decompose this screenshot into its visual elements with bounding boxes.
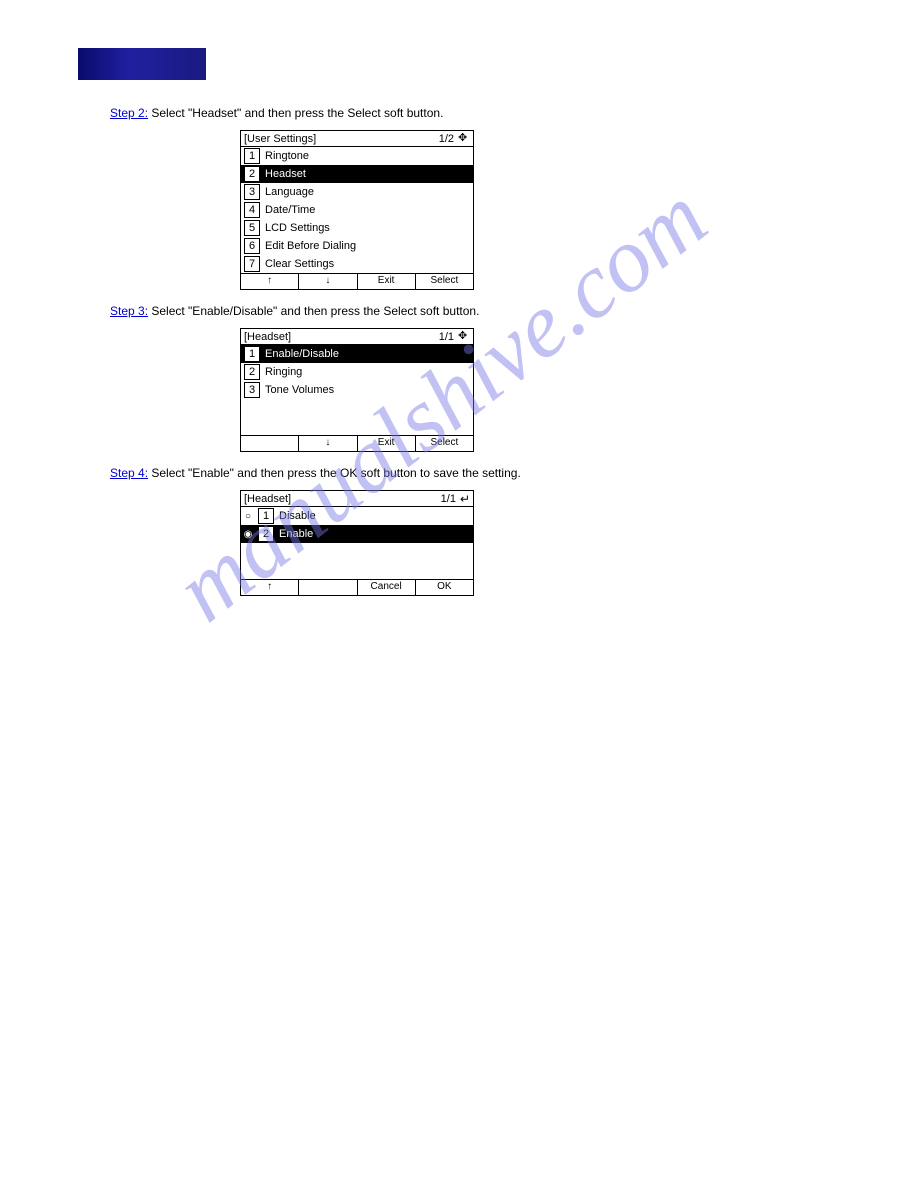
item-number: 1	[244, 148, 260, 164]
softkey-down[interactable]: ↓	[299, 274, 357, 289]
step-4: Step 4: Select "Enable" and then press t…	[110, 466, 790, 480]
step-2-label: Step 2:	[110, 106, 148, 120]
softkey-select[interactable]: Select	[416, 436, 473, 451]
list-item[interactable]: 2 Headset	[241, 165, 473, 183]
lcd-user-settings: [User Settings] 1/2 1 Ringtone 2 Headset…	[240, 130, 474, 290]
item-number: 4	[244, 202, 260, 218]
item-number: 2	[244, 166, 260, 182]
softkey-blank[interactable]	[299, 580, 357, 595]
lcd-title: [Headset]	[244, 331, 291, 343]
item-number: 2	[244, 364, 260, 380]
lcd-headset-menu: [Headset] 1/1 1 Enable/Disable 2 Ringing…	[240, 328, 474, 452]
step-3-text: Select "Enable/Disable" and then press t…	[148, 304, 479, 318]
lcd-page: 1/1	[441, 493, 456, 505]
enter-icon: ↵	[460, 492, 470, 506]
softkey-ok[interactable]: OK	[416, 580, 473, 595]
item-label: Ringing	[263, 363, 473, 381]
step-3: Step 3: Select "Enable/Disable" and then…	[110, 304, 790, 318]
list-item[interactable]: ◉ 2 Enable	[241, 525, 473, 543]
brand-logo	[78, 48, 206, 80]
item-number: 5	[244, 220, 260, 236]
list-item[interactable]: 3 Tone Volumes	[241, 381, 473, 399]
item-number: 3	[244, 382, 260, 398]
spacer	[241, 543, 473, 579]
radio-checked-icon: ◉	[241, 525, 255, 543]
item-number: 6	[244, 238, 260, 254]
lcd-title: [Headset]	[244, 493, 291, 505]
item-label: Headset	[263, 165, 473, 183]
list-item[interactable]: ○ 1 Disable	[241, 507, 473, 525]
list-item[interactable]: 3 Language	[241, 183, 473, 201]
step-3-label: Step 3:	[110, 304, 148, 318]
lcd-title-bar: [User Settings] 1/2	[241, 131, 473, 147]
spacer	[241, 399, 473, 435]
nav-icon	[458, 331, 470, 343]
item-label: Language	[263, 183, 473, 201]
item-number: 1	[244, 346, 260, 362]
softkey-row: ↓ Exit Select	[241, 435, 473, 451]
item-label: Enable	[277, 525, 473, 543]
item-number: 2	[258, 526, 274, 542]
item-label: Clear Settings	[263, 255, 473, 273]
softkey-up[interactable]: ↑	[241, 274, 299, 289]
softkey-cancel[interactable]: Cancel	[358, 580, 416, 595]
lcd-headset-enable: [Headset] 1/1 ↵ ○ 1 Disable ◉ 2 Enable ↑…	[240, 490, 474, 596]
softkey-row: ↑ ↓ Exit Select	[241, 273, 473, 289]
item-number: 1	[258, 508, 274, 524]
list-item[interactable]: 6 Edit Before Dialing	[241, 237, 473, 255]
item-label: LCD Settings	[263, 219, 473, 237]
radio-unchecked-icon: ○	[241, 507, 255, 525]
lcd-title-bar: [Headset] 1/1 ↵	[241, 491, 473, 507]
item-label: Tone Volumes	[263, 381, 473, 399]
list-item[interactable]: 7 Clear Settings	[241, 255, 473, 273]
item-label: Enable/Disable	[263, 345, 473, 363]
list-item[interactable]: 1 Enable/Disable	[241, 345, 473, 363]
item-number: 3	[244, 184, 260, 200]
softkey-exit[interactable]: Exit	[358, 436, 416, 451]
nav-icon	[458, 133, 470, 145]
lcd-title: [User Settings]	[244, 133, 316, 145]
step-4-text: Select "Enable" and then press the OK so…	[148, 466, 521, 480]
list-item[interactable]: 2 Ringing	[241, 363, 473, 381]
softkey-select[interactable]: Select	[416, 274, 473, 289]
lcd-page: 1/1	[439, 331, 454, 343]
item-label: Date/Time	[263, 201, 473, 219]
lcd-title-bar: [Headset] 1/1	[241, 329, 473, 345]
step-4-label: Step 4:	[110, 466, 148, 480]
item-number: 7	[244, 256, 260, 272]
item-label: Disable	[277, 507, 473, 525]
lcd-page: 1/2	[439, 133, 454, 145]
softkey-blank[interactable]	[241, 436, 299, 451]
list-item[interactable]: 1 Ringtone	[241, 147, 473, 165]
step-2-text: Select "Headset" and then press the Sele…	[148, 106, 443, 120]
softkey-exit[interactable]: Exit	[358, 274, 416, 289]
softkey-down[interactable]: ↓	[299, 436, 357, 451]
item-label: Ringtone	[263, 147, 473, 165]
list-item[interactable]: 5 LCD Settings	[241, 219, 473, 237]
softkey-row: ↑ Cancel OK	[241, 579, 473, 595]
page-content: Step 2: Select "Headset" and then press …	[110, 106, 790, 610]
item-label: Edit Before Dialing	[263, 237, 473, 255]
step-2: Step 2: Select "Headset" and then press …	[110, 106, 790, 120]
softkey-up[interactable]: ↑	[241, 580, 299, 595]
list-item[interactable]: 4 Date/Time	[241, 201, 473, 219]
